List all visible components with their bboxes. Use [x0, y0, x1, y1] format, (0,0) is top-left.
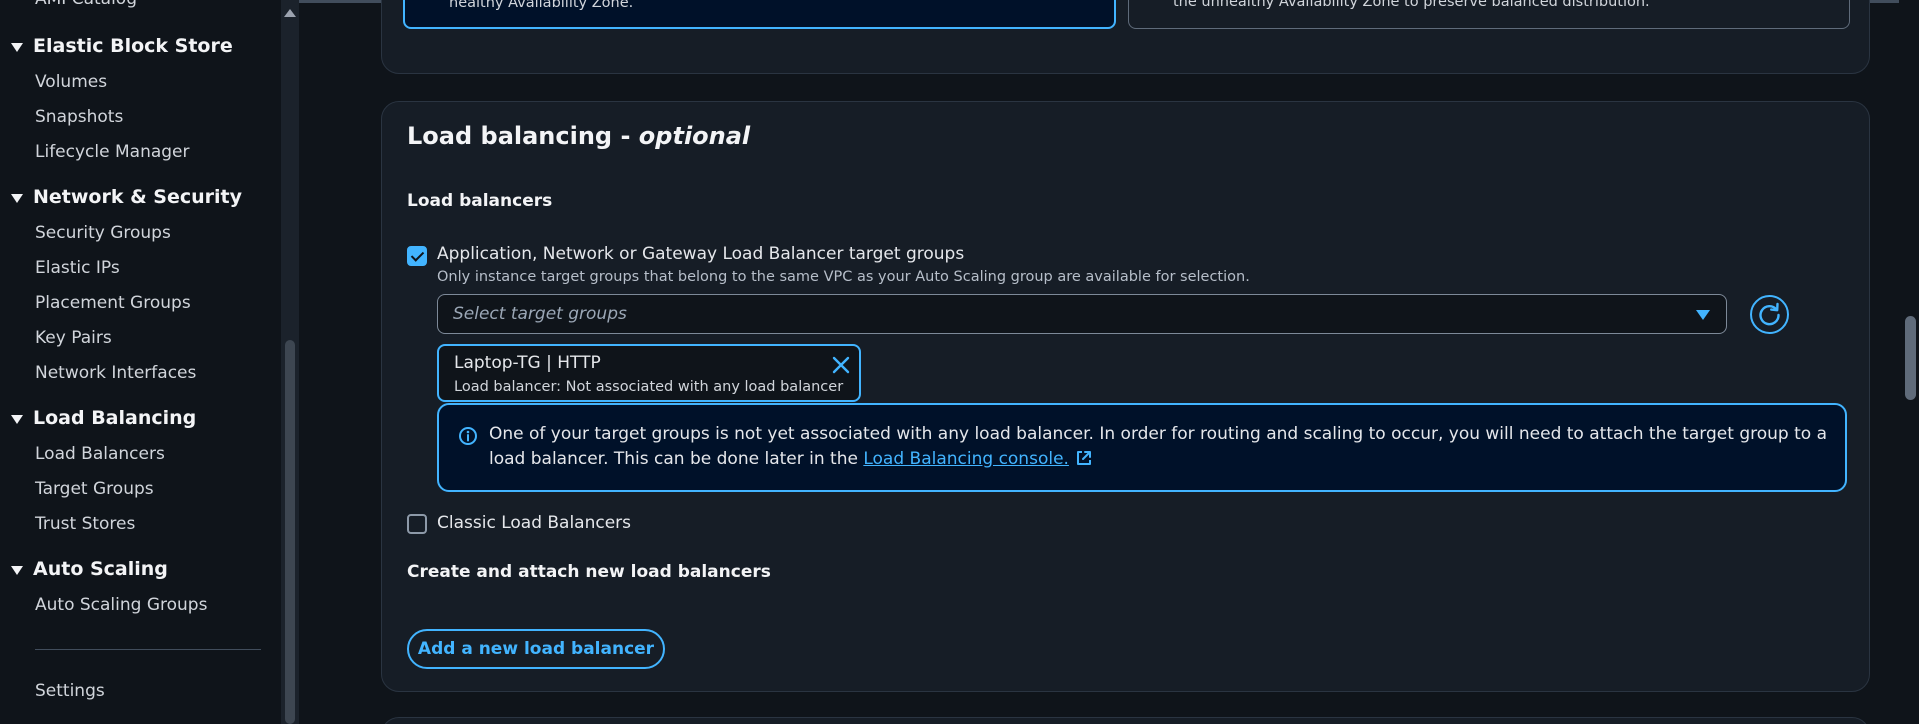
sidebar-group-load-balancing[interactable]: Load Balancing: [11, 407, 196, 429]
sidebar-item-settings[interactable]: Settings: [35, 681, 105, 701]
sidebar-item-network-interfaces[interactable]: Network Interfaces: [35, 363, 196, 383]
selected-target-group-token: Laptop-TG | HTTP Load balancer: Not asso…: [437, 344, 861, 402]
classic-load-balancers-label[interactable]: Classic Load Balancers: [437, 513, 631, 533]
sidebar-item-auto-scaling-groups[interactable]: Auto Scaling Groups: [35, 595, 207, 615]
info-icon: [459, 427, 477, 445]
info-alert: One of your target groups is not yet ass…: [437, 403, 1847, 492]
external-link-icon[interactable]: [1075, 449, 1093, 467]
caret-down-icon: [11, 42, 23, 52]
next-container: [381, 717, 1870, 724]
section-title-text: Load balancing -: [407, 122, 639, 150]
create-attach-label: Create and attach new load balancers: [407, 562, 771, 582]
main-content: If launches fail in one Availability Zon…: [299, 0, 1899, 724]
sidebar-group-label: Network & Security: [33, 186, 242, 208]
select-placeholder: Select target groups: [453, 304, 627, 324]
classic-load-balancers-checkbox[interactable]: [407, 514, 427, 534]
token-detail: Load balancer: Not associated with any l…: [454, 379, 844, 395]
scroll-up-arrow-icon[interactable]: [284, 9, 296, 17]
target-groups-description: Only instance target groups that belong …: [437, 269, 1250, 285]
target-groups-select[interactable]: Select target groups: [437, 294, 1727, 334]
close-icon[interactable]: [829, 353, 853, 377]
optional-label: optional: [638, 122, 751, 150]
sidebar-group-label: Elastic Block Store: [33, 35, 233, 57]
refresh-icon: [1759, 302, 1780, 326]
page-scrollbar-thumb[interactable]: [1905, 316, 1916, 400]
sidebar-item-key-pairs[interactable]: Key Pairs: [35, 328, 112, 348]
sidebar-group-label: Auto Scaling: [33, 558, 168, 580]
load-balancers-label: Load balancers: [407, 191, 553, 211]
sidebar-group-label: Load Balancing: [33, 407, 197, 429]
sidebar-group-auto-scaling[interactable]: Auto Scaling: [11, 558, 168, 580]
tile-balanced-best-effort[interactable]: If launches fail in one Availability Zon…: [403, 0, 1116, 29]
sidebar-item-placement-groups[interactable]: Placement Groups: [35, 293, 191, 313]
section-title: Load balancing - optional: [407, 122, 750, 150]
caret-down-icon: [1696, 310, 1710, 320]
sidebar-item-volumes[interactable]: Volumes: [35, 72, 107, 92]
refresh-button[interactable]: [1750, 295, 1789, 334]
token-name: Laptop-TG | HTTP: [454, 353, 601, 373]
sidebar-item-trust-stores[interactable]: Trust Stores: [35, 514, 135, 534]
tile-description: If launches fail in one Availability Zon…: [1173, 0, 1650, 10]
load-balancing-console-link[interactable]: Load Balancing console.: [863, 449, 1069, 469]
sidebar: AMI Catalog Elastic Block Store Volumes …: [0, 0, 281, 724]
sidebar-item-target-groups[interactable]: Target Groups: [35, 479, 154, 499]
sidebar-item-elastic-ips[interactable]: Elastic IPs: [35, 258, 120, 278]
sidebar-divider: [35, 649, 261, 650]
alert-message: One of your target groups is not yet ass…: [489, 422, 1829, 472]
target-groups-checkbox[interactable]: [407, 246, 427, 266]
sidebar-group-elastic-block-store[interactable]: Elastic Block Store: [11, 35, 233, 57]
sidebar-item-ami-catalog[interactable]: AMI Catalog: [35, 0, 137, 9]
load-balancing-container: Load balancing - optional Load balancers…: [381, 101, 1870, 692]
caret-down-icon: [11, 193, 23, 203]
sidebar-item-snapshots[interactable]: Snapshots: [35, 107, 123, 127]
sidebar-item-lifecycle-manager[interactable]: Lifecycle Manager: [35, 142, 190, 162]
sidebar-item-load-balancers[interactable]: Load Balancers: [35, 444, 165, 464]
add-new-load-balancer-button[interactable]: Add a new load balancer: [407, 629, 665, 669]
alert-text: One of your target groups is not yet ass…: [489, 424, 1827, 469]
az-distribution-container: If launches fail in one Availability Zon…: [381, 0, 1870, 74]
sidebar-group-network-security[interactable]: Network & Security: [11, 186, 242, 208]
sidebar-scrollbar-thumb[interactable]: [285, 340, 295, 724]
caret-down-icon: [11, 414, 23, 424]
tile-balanced-only[interactable]: If launches fail in one Availability Zon…: [1128, 0, 1850, 29]
tile-description: If launches fail in one Availability Zon…: [449, 0, 634, 11]
caret-down-icon: [11, 565, 23, 575]
sidebar-item-security-groups[interactable]: Security Groups: [35, 223, 171, 243]
target-groups-checkbox-label[interactable]: Application, Network or Gateway Load Bal…: [437, 244, 964, 264]
